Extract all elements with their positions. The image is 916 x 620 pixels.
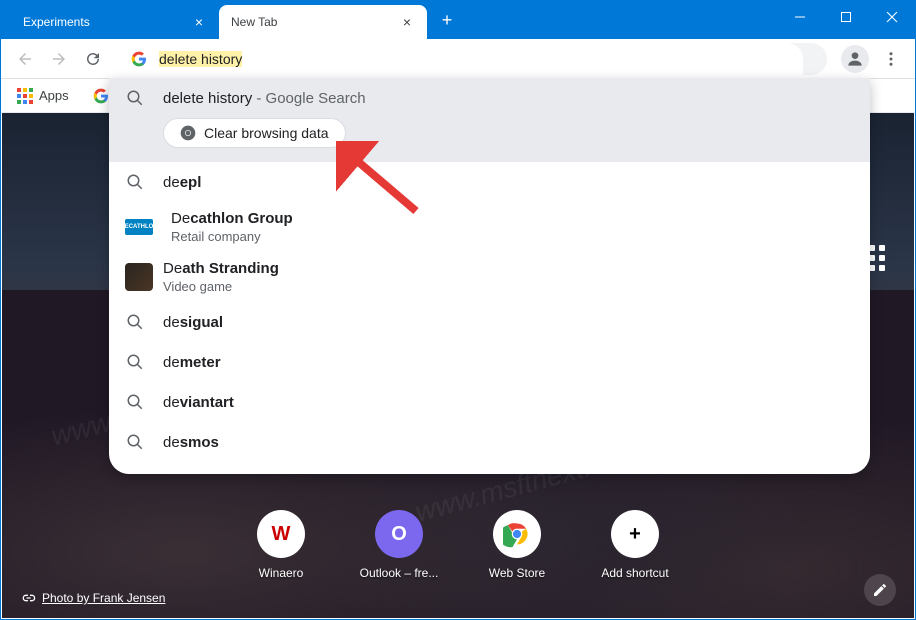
- menu-button[interactable]: [875, 43, 907, 75]
- link-icon: [20, 590, 36, 606]
- close-tab-icon[interactable]: ×: [191, 14, 207, 30]
- close-window-button[interactable]: [869, 1, 915, 33]
- suggestion-row[interactable]: demeter: [109, 342, 870, 382]
- shortcut-label: Outlook – fre...: [360, 566, 439, 580]
- shortcut-icon: O: [375, 510, 423, 558]
- game-thumbnail-icon: [125, 263, 153, 291]
- search-icon: [125, 172, 145, 192]
- suggestion-row[interactable]: DECATHLON Decathlon Group Retail company: [109, 202, 870, 252]
- shortcut-icon: W: [257, 510, 305, 558]
- suggestion-row-primary[interactable]: delete history - Google Search Clear bro…: [109, 78, 870, 162]
- credit-text: Photo by Frank Jensen: [42, 591, 165, 605]
- apps-bookmark[interactable]: Apps: [9, 84, 77, 108]
- omnibox[interactable]: delete history: [119, 43, 827, 75]
- suggestion-body: desigual: [163, 314, 223, 331]
- suggestion-text: Decathlon Group: [171, 210, 293, 227]
- clear-browsing-data-chip[interactable]: Clear browsing data: [163, 118, 346, 148]
- suggestion-row[interactable]: deviantart: [109, 382, 870, 422]
- google-icon: [93, 88, 109, 104]
- suggestion-text: deepl: [163, 174, 201, 191]
- suggestion-body: demeter: [163, 354, 221, 371]
- suggestion-text: Death Stranding: [163, 260, 279, 277]
- maximize-button[interactable]: [823, 1, 869, 33]
- profile-avatar[interactable]: [841, 45, 869, 73]
- shortcut-tile[interactable]: Web Store: [473, 510, 561, 580]
- shortcut-icon: [493, 510, 541, 558]
- google-icon: [131, 51, 147, 67]
- toolbar: delete history: [1, 39, 915, 79]
- apps-label: Apps: [39, 88, 69, 103]
- back-button[interactable]: [9, 43, 41, 75]
- tab-strip: Experiments × New Tab × +: [1, 1, 461, 39]
- suggestion-body: desmos: [163, 434, 219, 451]
- new-tab-button[interactable]: +: [433, 6, 461, 34]
- shortcut-label: Web Store: [489, 566, 545, 580]
- suggestion-subtitle: Video game: [163, 279, 279, 294]
- customize-button[interactable]: [864, 574, 896, 606]
- omnibox-suggestions: delete history - Google Search Clear bro…: [109, 78, 870, 474]
- tab-title: New Tab: [231, 15, 277, 29]
- decathlon-icon: DECATHLON: [125, 217, 153, 237]
- browser-window: Experiments × New Tab × + delete history: [0, 0, 916, 620]
- suggestion-text: delete history - Google Search: [163, 90, 366, 107]
- shortcut-icon: +: [611, 510, 659, 558]
- reload-button[interactable]: [77, 43, 109, 75]
- chrome-icon: [180, 125, 196, 141]
- suggestion-text: demeter: [163, 354, 221, 371]
- suggestion-row[interactable]: deepl: [109, 162, 870, 202]
- photo-credit-link[interactable]: Photo by Frank Jensen: [20, 590, 165, 606]
- apps-icon: [17, 88, 33, 104]
- search-icon: [125, 392, 145, 412]
- search-icon: [125, 352, 145, 372]
- search-icon: [125, 312, 145, 332]
- search-icon: [125, 88, 145, 108]
- suggestion-row[interactable]: Death Stranding Video game: [109, 252, 870, 302]
- suggestion-body: deepl: [163, 174, 201, 191]
- search-icon: [125, 432, 145, 452]
- suggestion-text: desigual: [163, 314, 223, 331]
- suggestion-body: Decathlon Group Retail company: [171, 210, 293, 244]
- shortcut-tile[interactable]: + Add shortcut: [591, 510, 679, 580]
- suggestion-row[interactable]: desmos: [109, 422, 870, 462]
- suggestion-body: Death Stranding Video game: [163, 260, 279, 294]
- omnibox-text: delete history: [159, 51, 242, 67]
- window-controls: [777, 1, 915, 33]
- shortcut-tile[interactable]: O Outlook – fre...: [355, 510, 443, 580]
- shortcuts-row: W Winaero O Outlook – fre... Web Store + Add s…: [237, 510, 679, 580]
- suggestion-text: deviantart: [163, 394, 234, 411]
- suggestion-subtitle: Retail company: [171, 229, 293, 244]
- shortcut-label: Add shortcut: [601, 566, 668, 580]
- tab-new-tab[interactable]: New Tab ×: [219, 5, 427, 39]
- tab-title: Experiments: [23, 15, 90, 29]
- titlebar: Experiments × New Tab × +: [1, 1, 915, 39]
- shortcut-tile[interactable]: W Winaero: [237, 510, 325, 580]
- minimize-button[interactable]: [777, 1, 823, 33]
- shortcut-label: Winaero: [259, 566, 304, 580]
- suggestion-row[interactable]: desigual: [109, 302, 870, 342]
- chip-label: Clear browsing data: [204, 125, 329, 141]
- suggestion-text: desmos: [163, 434, 219, 451]
- close-tab-icon[interactable]: ×: [399, 14, 415, 30]
- tab-experiments[interactable]: Experiments ×: [11, 5, 219, 39]
- suggestion-body: deviantart: [163, 394, 234, 411]
- forward-button[interactable]: [43, 43, 75, 75]
